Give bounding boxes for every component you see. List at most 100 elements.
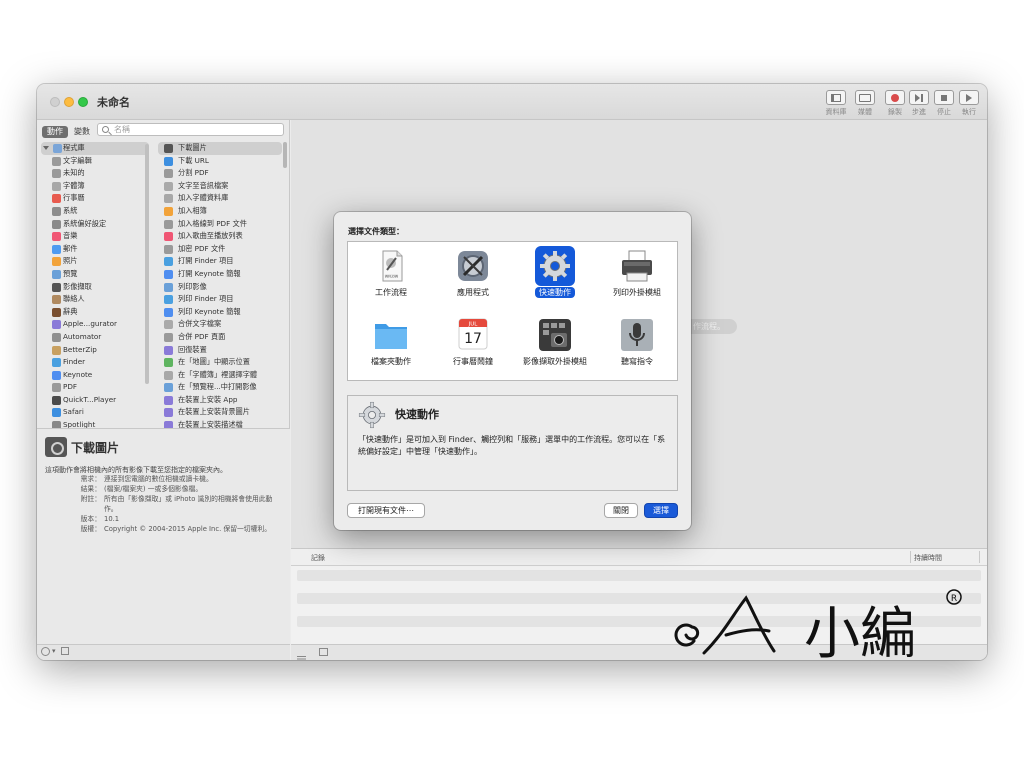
category-item[interactable]: Apple...gurator bbox=[41, 318, 149, 331]
category-item[interactable]: 照片 bbox=[41, 255, 149, 268]
action-item[interactable]: 打開 Finder 項目 bbox=[158, 255, 282, 268]
category-item[interactable]: 預覽 bbox=[41, 268, 149, 281]
action-item[interactable]: 分割 PDF bbox=[158, 167, 282, 180]
type-folder-action[interactable]: 檔案夾動作 bbox=[350, 312, 432, 380]
category-label: 影像擷取 bbox=[63, 281, 92, 291]
action-item[interactable]: 加入歌曲至播放列表 bbox=[158, 230, 282, 243]
action-item[interactable]: 在「地圖」中顯示位置 bbox=[158, 356, 282, 369]
category-item[interactable]: Safari bbox=[41, 406, 149, 419]
action-item[interactable]: 加入字體資料庫 bbox=[158, 192, 282, 205]
log-view-icon[interactable] bbox=[319, 648, 328, 656]
minimize-window-button[interactable] bbox=[64, 97, 74, 107]
close-button[interactable]: 關閉 bbox=[604, 503, 638, 518]
category-item[interactable]: PDF bbox=[41, 381, 149, 394]
stop-toolbar-button[interactable]: 停止 bbox=[931, 90, 957, 117]
action-icon bbox=[164, 320, 173, 330]
disclosure-triangle-icon[interactable] bbox=[43, 146, 49, 150]
action-item[interactable]: 回復裝置 bbox=[158, 344, 282, 357]
category-item[interactable]: 行事曆 bbox=[41, 192, 149, 205]
action-item[interactable]: 在「字體簿」裡選擇字體 bbox=[158, 369, 282, 382]
category-item[interactable]: 辭典 bbox=[41, 306, 149, 319]
stop-label: 停止 bbox=[937, 108, 951, 116]
category-item[interactable]: BetterZip bbox=[41, 344, 149, 357]
action-item[interactable]: 在「預覽程...中打開影像 bbox=[158, 381, 282, 394]
search-input[interactable]: 名稱 bbox=[97, 123, 284, 136]
record-toolbar-button[interactable]: 錄製 bbox=[882, 90, 908, 117]
open-existing-button[interactable]: 打開現有文件⋯ bbox=[347, 503, 425, 518]
type-calendar-alarm[interactable]: JUL 17 行事曆鬧鐘 bbox=[432, 312, 514, 380]
type-label: 影像擷取外掛模組 bbox=[523, 357, 587, 366]
description-key: 附註： bbox=[80, 495, 101, 503]
run-toolbar-button[interactable]: 執行 bbox=[956, 90, 982, 117]
action-item[interactable]: 加密 PDF 文件 bbox=[158, 243, 282, 256]
action-item[interactable]: 在裝置上安裝背景圖片 bbox=[158, 406, 282, 419]
settings-menu-icon[interactable] bbox=[41, 647, 50, 656]
log-header: 記錄 持續時間 bbox=[291, 549, 987, 566]
type-print-plugin[interactable]: 列印外掛模組 bbox=[596, 243, 678, 311]
duration-column-header[interactable]: 持續時間 bbox=[914, 553, 942, 563]
category-item[interactable]: Spotlight bbox=[41, 419, 149, 428]
zoom-window-button[interactable] bbox=[78, 97, 88, 107]
category-item[interactable]: 系統 bbox=[41, 205, 149, 218]
action-item[interactable]: 列印影像 bbox=[158, 281, 282, 294]
choose-document-type-dialog: 選擇文件類型： WFLOW 工作流程 應用程式 快速動作 列印外掛模組 檔案夾動… bbox=[334, 212, 691, 530]
registered-mark: R bbox=[951, 594, 957, 604]
category-label: Finder bbox=[63, 357, 86, 367]
category-scrollbar[interactable] bbox=[145, 144, 149, 384]
close-window-button[interactable] bbox=[50, 97, 60, 107]
tab-actions[interactable]: 動作 bbox=[42, 126, 68, 138]
category-item[interactable]: Finder bbox=[41, 356, 149, 369]
action-item[interactable]: 打開 Keynote 簡報 bbox=[158, 268, 282, 281]
description-value: (檔案/檔案夾) 一或多個影像檔。 bbox=[104, 485, 203, 493]
list-view-icon[interactable] bbox=[297, 648, 306, 660]
action-item[interactable]: 下載 URL bbox=[158, 155, 282, 168]
description-summary: 這項動作會將相機內的所有影像下載至您指定的檔案夾內。 bbox=[45, 466, 227, 474]
log-column-header[interactable]: 記錄 bbox=[311, 553, 325, 563]
category-item[interactable]: 影像擷取 bbox=[41, 281, 149, 294]
action-item[interactable]: 合併文字檔案 bbox=[158, 318, 282, 331]
category-item[interactable]: Keynote bbox=[41, 369, 149, 382]
type-detail-panel: 快速動作 「快速動作」是可加入到 Finder、觸控列和「服務」選單中的工作流程… bbox=[347, 395, 678, 491]
type-workflow[interactable]: WFLOW 工作流程 bbox=[350, 243, 432, 311]
category-item[interactable]: QuickT...Player bbox=[41, 394, 149, 407]
media-toolbar-button[interactable]: 媒體 bbox=[852, 90, 878, 117]
category-library[interactable]: 程式庫 bbox=[41, 142, 149, 155]
description-toggle-icon[interactable] bbox=[61, 647, 69, 655]
category-item[interactable]: 未知的 bbox=[41, 167, 149, 180]
action-item[interactable]: 列印 Keynote 簡報 bbox=[158, 306, 282, 319]
watermark-text: 小編 bbox=[804, 602, 916, 667]
action-item[interactable]: 文字至音訊檔案 bbox=[158, 180, 282, 193]
action-label: 回復裝置 bbox=[178, 344, 207, 354]
category-icon bbox=[52, 408, 61, 418]
action-item[interactable]: 合併 PDF 頁面 bbox=[158, 331, 282, 344]
tab-variables[interactable]: 變數 bbox=[69, 126, 95, 138]
type-quick-action[interactable]: 快速動作 bbox=[514, 243, 596, 311]
action-item[interactable]: 加入格線到 PDF 文件 bbox=[158, 218, 282, 231]
step-toolbar-button[interactable]: 步進 bbox=[906, 90, 932, 117]
action-item[interactable]: 在裝置上安裝 App bbox=[158, 394, 282, 407]
type-image-capture-plugin[interactable]: 影像擷取外掛模組 bbox=[514, 312, 596, 380]
type-dictation-command[interactable]: 聽寫指令 bbox=[596, 312, 678, 380]
category-icon bbox=[52, 320, 61, 330]
media-label: 媒體 bbox=[858, 108, 872, 116]
category-item[interactable]: 聯絡人 bbox=[41, 293, 149, 306]
library-toolbar-button[interactable]: 資料庫 bbox=[823, 90, 849, 117]
category-item[interactable]: Automator bbox=[41, 331, 149, 344]
chevron-down-icon[interactable]: ▾ bbox=[52, 647, 56, 655]
action-icon bbox=[164, 232, 173, 242]
category-item[interactable]: 字體簿 bbox=[41, 180, 149, 193]
type-application[interactable]: 應用程式 bbox=[432, 243, 514, 311]
action-label: 在「預覽程...中打開影像 bbox=[178, 382, 257, 392]
action-item[interactable]: 列印 Finder 項目 bbox=[158, 293, 282, 306]
category-item[interactable]: 文字編輯 bbox=[41, 155, 149, 168]
category-item[interactable]: 音樂 bbox=[41, 230, 149, 243]
choose-button[interactable]: 選擇 bbox=[644, 503, 678, 518]
action-item[interactable]: 下載圖片 bbox=[158, 142, 282, 155]
action-label: 在裝置上安裝背景圖片 bbox=[178, 407, 250, 417]
category-item[interactable]: 郵件 bbox=[41, 243, 149, 256]
action-item[interactable]: 在裝置上安裝描述檔 bbox=[158, 419, 282, 428]
category-item[interactable]: 系統偏好設定 bbox=[41, 218, 149, 231]
action-item[interactable]: 加入相簿 bbox=[158, 205, 282, 218]
action-scrollbar[interactable] bbox=[283, 142, 287, 168]
search-placeholder: 名稱 bbox=[114, 125, 130, 134]
